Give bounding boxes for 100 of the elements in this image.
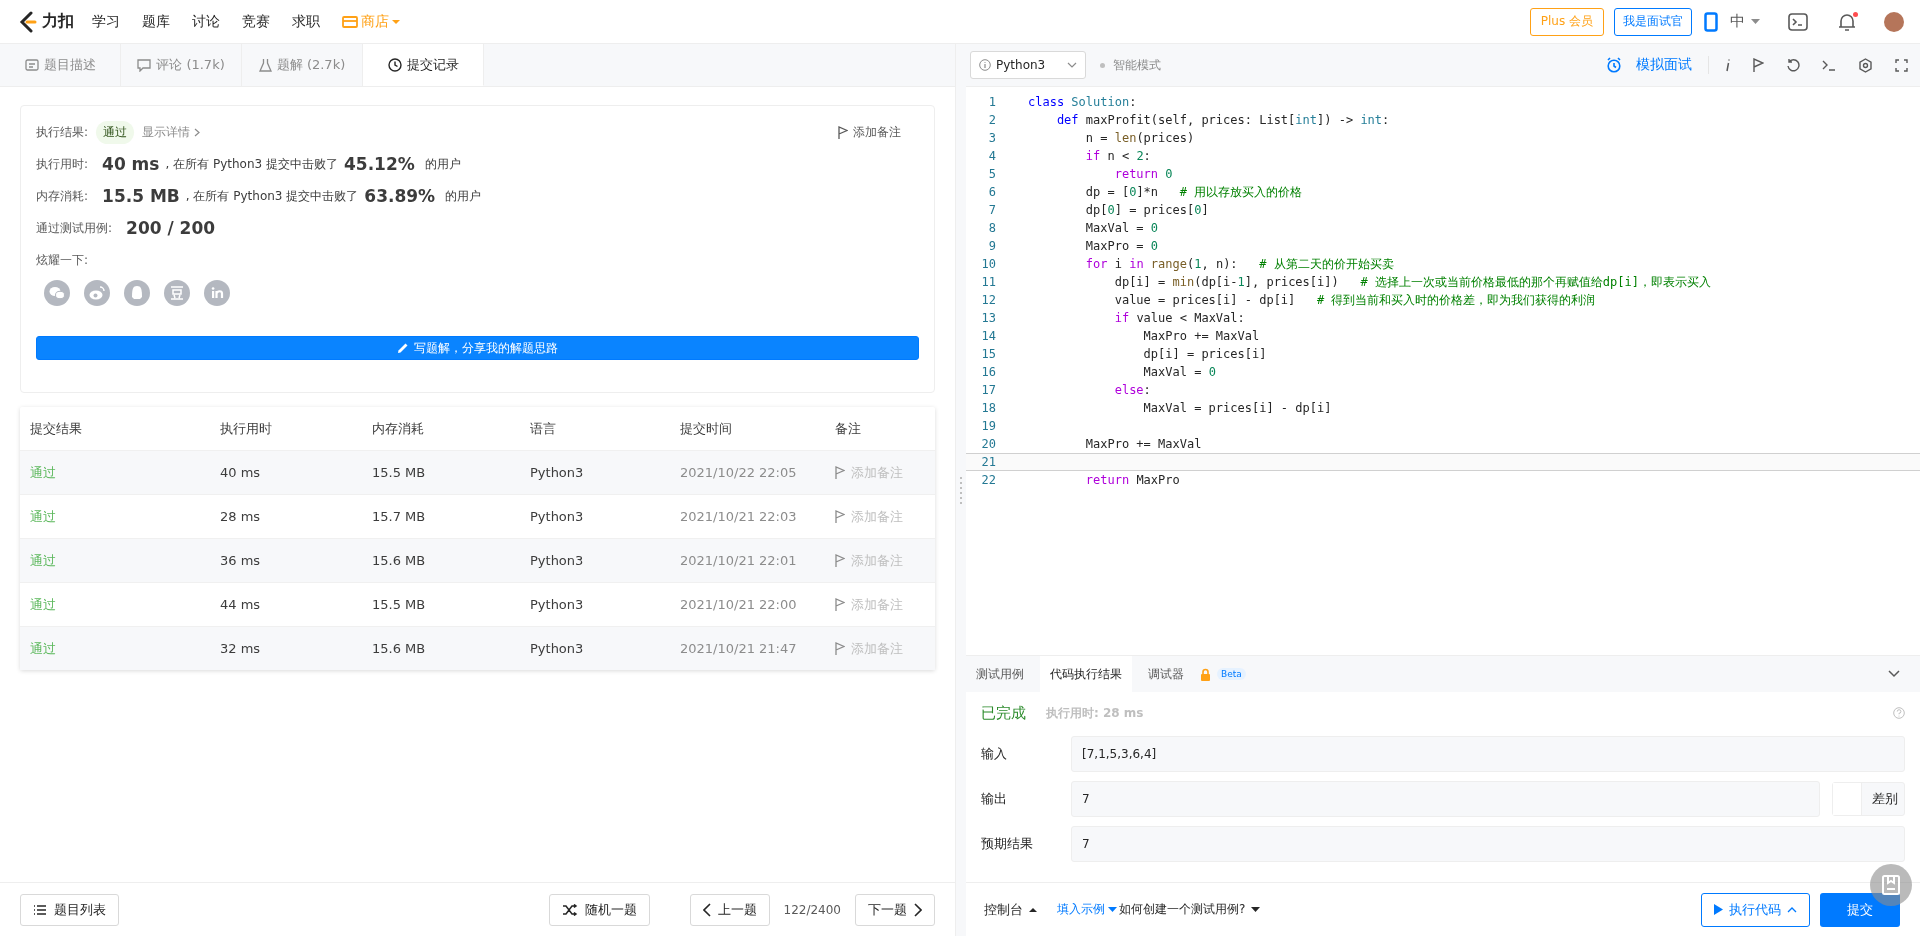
terminal-icon[interactable] <box>1822 59 1836 71</box>
caret-icon <box>1108 906 1117 913</box>
chevron-left-icon <box>702 902 711 917</box>
column-header: 提交时间 <box>680 419 732 438</box>
nav-link[interactable]: 求职 <box>292 12 320 31</box>
add-note-button[interactable]: 添加备注 <box>838 123 901 141</box>
table-cell: 2021/10/21 22:00 <box>680 597 797 612</box>
field-label: 输入 <box>981 745 1008 763</box>
chevron-down-icon <box>1067 62 1077 68</box>
line-number: 9 <box>987 239 996 253</box>
line-number: 16 <box>980 365 996 379</box>
result-link[interactable]: 通过 <box>30 507 56 526</box>
output-field: 7 <box>1071 826 1905 862</box>
write-solution-button[interactable]: 写题解，分享我的解题思路 <box>36 336 919 360</box>
submit-button[interactable]: 提交 <box>1820 892 1900 927</box>
page-counter: 122/2400 <box>783 902 841 917</box>
phone-icon[interactable] <box>1704 11 1718 32</box>
nav-link[interactable]: 学习 <box>92 12 120 31</box>
result-link[interactable]: 通过 <box>30 595 56 614</box>
fill-example-link[interactable]: 填入示例 <box>1057 901 1117 918</box>
logo-icon[interactable] <box>18 10 38 33</box>
column-header: 提交结果 <box>30 419 82 438</box>
flag-icon <box>835 466 845 479</box>
previous-button[interactable]: 上一题 <box>689 893 770 926</box>
bell-icon[interactable] <box>1838 11 1856 32</box>
settings-icon[interactable] <box>1858 57 1873 73</box>
alarm-clock-icon <box>1606 57 1622 73</box>
status-text: 已完成 <box>981 703 1026 723</box>
line-number: 8 <box>987 221 996 235</box>
mock-interview-button[interactable]: 模拟面试 <box>1606 56 1692 74</box>
table-cell: Python3 <box>530 465 584 480</box>
code-line: MaxPro = 0 <box>1084 239 1159 253</box>
table-cell: 36 ms <box>220 553 261 568</box>
code-line: return MaxPro <box>1084 473 1180 487</box>
code-line: MaxPro += MaxVal <box>1084 437 1202 451</box>
random-problem-button[interactable]: 随机一题 <box>548 893 650 926</box>
line-number: 3 <box>987 131 996 145</box>
table-cell: 2021/10/21 21:47 <box>680 641 797 656</box>
line-number: 19 <box>980 419 996 433</box>
collapse-icon[interactable] <box>1888 670 1900 678</box>
result-link[interactable]: 通过 <box>30 639 56 658</box>
line-number: 17 <box>980 383 996 397</box>
console-tab[interactable]: 测试用例 <box>966 656 1034 692</box>
flag-icon <box>835 554 845 567</box>
info-icon[interactable] <box>1725 58 1731 72</box>
flag-icon[interactable] <box>1753 58 1764 72</box>
console-tab[interactable]: 调试器 <box>1138 656 1194 692</box>
code-line: for i in range(1, n): # 从第二天的价开始买卖 <box>1084 255 1394 273</box>
pencil-icon <box>397 342 409 354</box>
code-line: value = prices[i] - dp[i] # 得到当前和买入时的价格差，即为我们获得的利润 <box>1113 291 1596 309</box>
beta-badge: Beta <box>1217 668 1246 680</box>
terminal-plus-icon[interactable] <box>1788 12 1808 31</box>
details-link[interactable]: 显示详情 <box>142 123 201 141</box>
caret-icon <box>392 18 400 25</box>
language-menu[interactable]: 中 <box>1730 12 1760 31</box>
table-cell: Python3 <box>530 509 584 524</box>
run-code-button[interactable]: 执行代码 <box>1701 892 1810 927</box>
line-number: 18 <box>980 401 996 415</box>
next-button[interactable]: 下一题 <box>855 893 935 926</box>
diff-toggle[interactable]: 差别 <box>1832 782 1905 816</box>
nav-link[interactable]: 题库 <box>142 12 170 31</box>
result-link[interactable]: 通过 <box>30 551 56 570</box>
line-number: 15 <box>980 347 996 361</box>
result-link[interactable]: 通过 <box>30 463 56 482</box>
console-toggle[interactable]: 控制台 <box>984 900 1037 919</box>
howto-link[interactable]: 如何创建一个测试用例? <box>1119 901 1261 918</box>
smart-mode-toggle[interactable]: 智能模式 <box>1100 56 1161 74</box>
nav-link[interactable]: 竞赛 <box>242 12 270 31</box>
tab[interactable]: 题目描述 <box>0 44 121 86</box>
code-line: dp[0] = prices[0] <box>1084 203 1209 217</box>
table-cell: Python3 <box>530 641 584 656</box>
console-tab[interactable]: 代码执行结果 <box>1040 656 1132 692</box>
chevron-up-icon <box>1787 906 1797 913</box>
tab[interactable]: 评论 (1.7k) <box>121 44 242 86</box>
stat-suffix: 的用户 <box>424 155 461 173</box>
interviewer-button[interactable]: 我是面试官 <box>1614 7 1692 36</box>
avatar[interactable] <box>1884 11 1904 32</box>
fullscreen-icon[interactable] <box>1895 58 1908 72</box>
language-select[interactable]: Python3 <box>970 51 1086 79</box>
nav-link[interactable]: 讨论 <box>192 12 220 31</box>
line-number: 12 <box>980 293 996 307</box>
line-number: 21 <box>980 455 996 469</box>
caret-icon <box>1751 18 1760 25</box>
stat-suffix: 的用户 <box>445 187 482 205</box>
code-line: MaxPro += MaxVal <box>1142 329 1260 343</box>
stat-value: 15.5 MB <box>102 186 180 206</box>
tab[interactable]: 提交记录 <box>363 44 484 86</box>
table-cell: 15.5 MB <box>372 597 426 612</box>
column-header: 执行用时 <box>220 419 272 438</box>
flag-icon <box>835 598 845 611</box>
flag-icon <box>835 642 845 655</box>
chevron-right-icon <box>914 902 922 917</box>
column-header: 备注 <box>835 419 861 438</box>
problem-list-button[interactable]: 题目列表 <box>20 893 119 926</box>
line-number: 20 <box>980 437 996 451</box>
stat-percent: 63.89% <box>364 186 436 206</box>
column-header: 内存消耗 <box>372 419 424 438</box>
logo-text[interactable]: 力扣 <box>42 11 74 32</box>
reset-icon[interactable] <box>1786 58 1800 72</box>
line-number: 13 <box>980 311 996 325</box>
